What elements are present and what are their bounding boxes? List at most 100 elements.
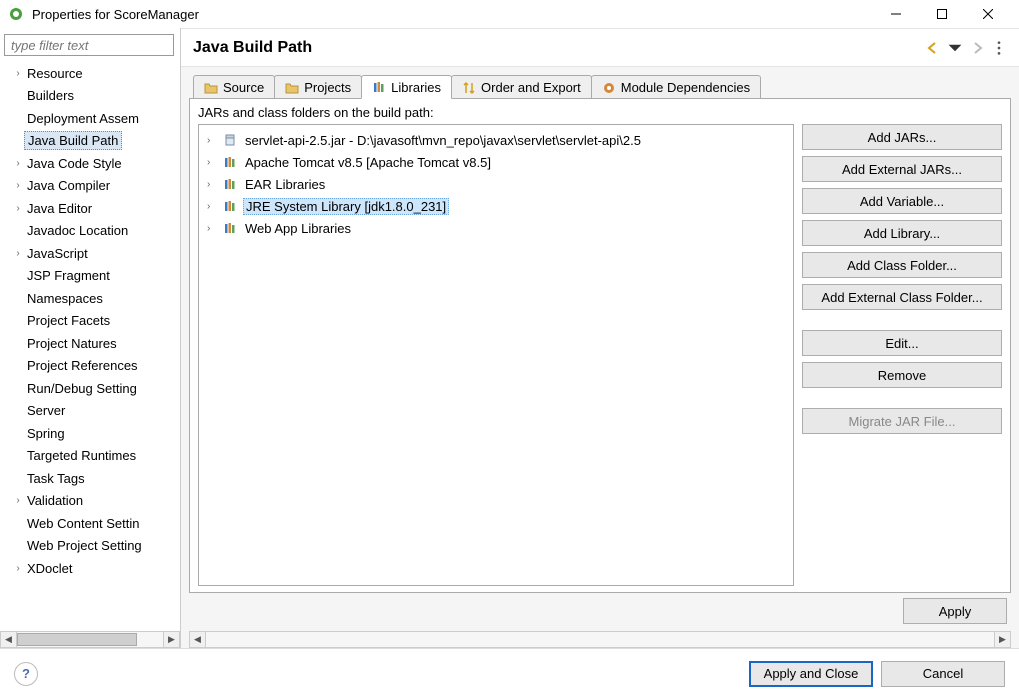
tree-item[interactable]: Task Tags [4,467,180,490]
tree-item[interactable]: Namespaces [4,287,180,310]
apply-and-close-button[interactable]: Apply and Close [749,661,873,687]
list-item-label: Apache Tomcat v8.5 [Apache Tomcat v8.5] [243,155,493,170]
titlebar: Properties for ScoreManager [0,0,1019,28]
tree-item[interactable]: Spring [4,422,180,445]
expander-icon[interactable]: › [12,180,24,191]
list-item[interactable]: › servlet-api-2.5.jar - D:\javasoft\mvn_r… [203,129,789,151]
scroll-left-button[interactable]: ◀ [189,631,206,648]
dropdown-icon[interactable] [947,40,963,56]
maximize-button[interactable] [919,0,965,28]
list-item[interactable]: ›Web App Libraries [203,217,789,239]
tree-item-label: Namespaces [24,290,106,307]
tree-item[interactable]: Web Content Settin [4,512,180,535]
tab-label: Module Dependencies [621,80,750,95]
expander-icon[interactable]: › [12,563,24,574]
order-icon [462,81,476,95]
scroll-thumb[interactable] [17,633,137,646]
tree-item[interactable]: Run/Debug Setting [4,377,180,400]
window-title: Properties for ScoreManager [32,7,873,22]
content-horizontal-scrollbar[interactable]: ◀ ▶ [189,631,1011,648]
tree-item[interactable]: Java Build Path [4,130,180,153]
library-icon [223,177,237,191]
expander-icon[interactable]: › [207,201,217,212]
jar-list[interactable]: › servlet-api-2.5.jar - D:\javasoft\mvn_r… [198,124,794,586]
menu-icon[interactable] [991,40,1007,56]
tree-item-label: Java Code Style [24,155,125,172]
scroll-right-button[interactable]: ▶ [163,631,180,648]
add-variable-button[interactable]: Add Variable... [802,188,1002,214]
tree-item[interactable]: ›Java Compiler [4,175,180,198]
migrate-jar-button[interactable]: Migrate JAR File... [802,408,1002,434]
scroll-track[interactable] [206,631,994,648]
list-item[interactable]: › JRE System Library [jdk1.8.0_231] [203,195,789,217]
tree-item-label: Resource [24,65,86,82]
module-icon [602,81,616,95]
tree-item-label: XDoclet [24,560,76,577]
scroll-right-button[interactable]: ▶ [994,631,1011,648]
expander-icon[interactable]: › [207,135,217,146]
tree-item-label: Targeted Runtimes [24,447,139,464]
tree-item[interactable]: Targeted Runtimes [4,445,180,468]
add-external-jars-button[interactable]: Add External JARs... [802,156,1002,182]
list-item-label: servlet-api-2.5.jar - D:\javasoft\mvn_re… [243,133,643,148]
expander-icon[interactable]: › [12,158,24,169]
expander-icon[interactable]: › [207,157,217,168]
tree-item[interactable]: ›JavaScript [4,242,180,265]
close-button[interactable] [965,0,1011,28]
add-jars-button[interactable]: Add JARs... [802,124,1002,150]
list-item[interactable]: › EAR Libraries [203,173,789,195]
tab-label: Projects [304,80,351,95]
back-icon[interactable] [925,40,941,56]
tree-item-label: Java Editor [24,200,95,217]
expander-icon[interactable]: › [207,223,217,234]
properties-tree[interactable]: ›ResourceBuildersDeployment AssemJava Bu… [0,62,180,631]
apply-button[interactable]: Apply [903,598,1007,624]
tree-item[interactable]: JSP Fragment [4,265,180,288]
expander-icon[interactable]: › [12,203,24,214]
remove-button[interactable]: Remove [802,362,1002,388]
expander-icon[interactable]: › [12,68,24,79]
tree-item[interactable]: Project Facets [4,310,180,333]
add-class-folder-button[interactable]: Add Class Folder... [802,252,1002,278]
tree-item[interactable]: ›Validation [4,490,180,513]
tree-item-label: Project Natures [24,335,120,352]
tree-item[interactable]: Builders [4,85,180,108]
help-button[interactable]: ? [14,662,38,686]
list-item-label: JRE System Library [jdk1.8.0_231] [243,198,449,215]
tree-item[interactable]: Deployment Assem [4,107,180,130]
tree-item-label: Server [24,402,68,419]
horizontal-scrollbar[interactable]: ◀ ▶ [0,631,180,648]
tab-order-export[interactable]: Order and Export [451,75,592,99]
tree-item[interactable]: ›Java Editor [4,197,180,220]
forward-icon[interactable] [969,40,985,56]
cancel-button[interactable]: Cancel [881,661,1005,687]
edit-button[interactable]: Edit... [802,330,1002,356]
tab-projects[interactable]: Projects [274,75,362,99]
list-item[interactable]: › Apache Tomcat v8.5 [Apache Tomcat v8.5] [203,151,789,173]
list-item-label: EAR Libraries [243,177,327,192]
tab-source[interactable]: Source [193,75,275,99]
add-external-class-folder-button[interactable]: Add External Class Folder... [802,284,1002,310]
expander-icon[interactable]: › [12,495,24,506]
library-icon [223,221,237,235]
tree-item[interactable]: ›XDoclet [4,557,180,580]
expander-icon[interactable]: › [12,248,24,259]
tree-item[interactable]: Project Natures [4,332,180,355]
add-library-button[interactable]: Add Library... [802,220,1002,246]
tab-module-deps[interactable]: Module Dependencies [591,75,761,99]
tree-item[interactable]: Project References [4,355,180,378]
tree-item-label: JavaScript [24,245,91,262]
tab-libraries[interactable]: Libraries [361,75,452,99]
tree-item[interactable]: Server [4,400,180,423]
tree-item[interactable]: Web Project Setting [4,535,180,558]
folder-icon [204,81,218,95]
filter-input[interactable] [4,34,174,56]
scroll-track[interactable] [17,631,163,648]
tree-item[interactable]: ›Resource [4,62,180,85]
minimize-button[interactable] [873,0,919,28]
tree-item[interactable]: ›Java Code Style [4,152,180,175]
tree-item[interactable]: Javadoc Location [4,220,180,243]
content-header: Java Build Path [181,29,1019,67]
expander-icon[interactable]: › [207,179,217,190]
scroll-left-button[interactable]: ◀ [0,631,17,648]
